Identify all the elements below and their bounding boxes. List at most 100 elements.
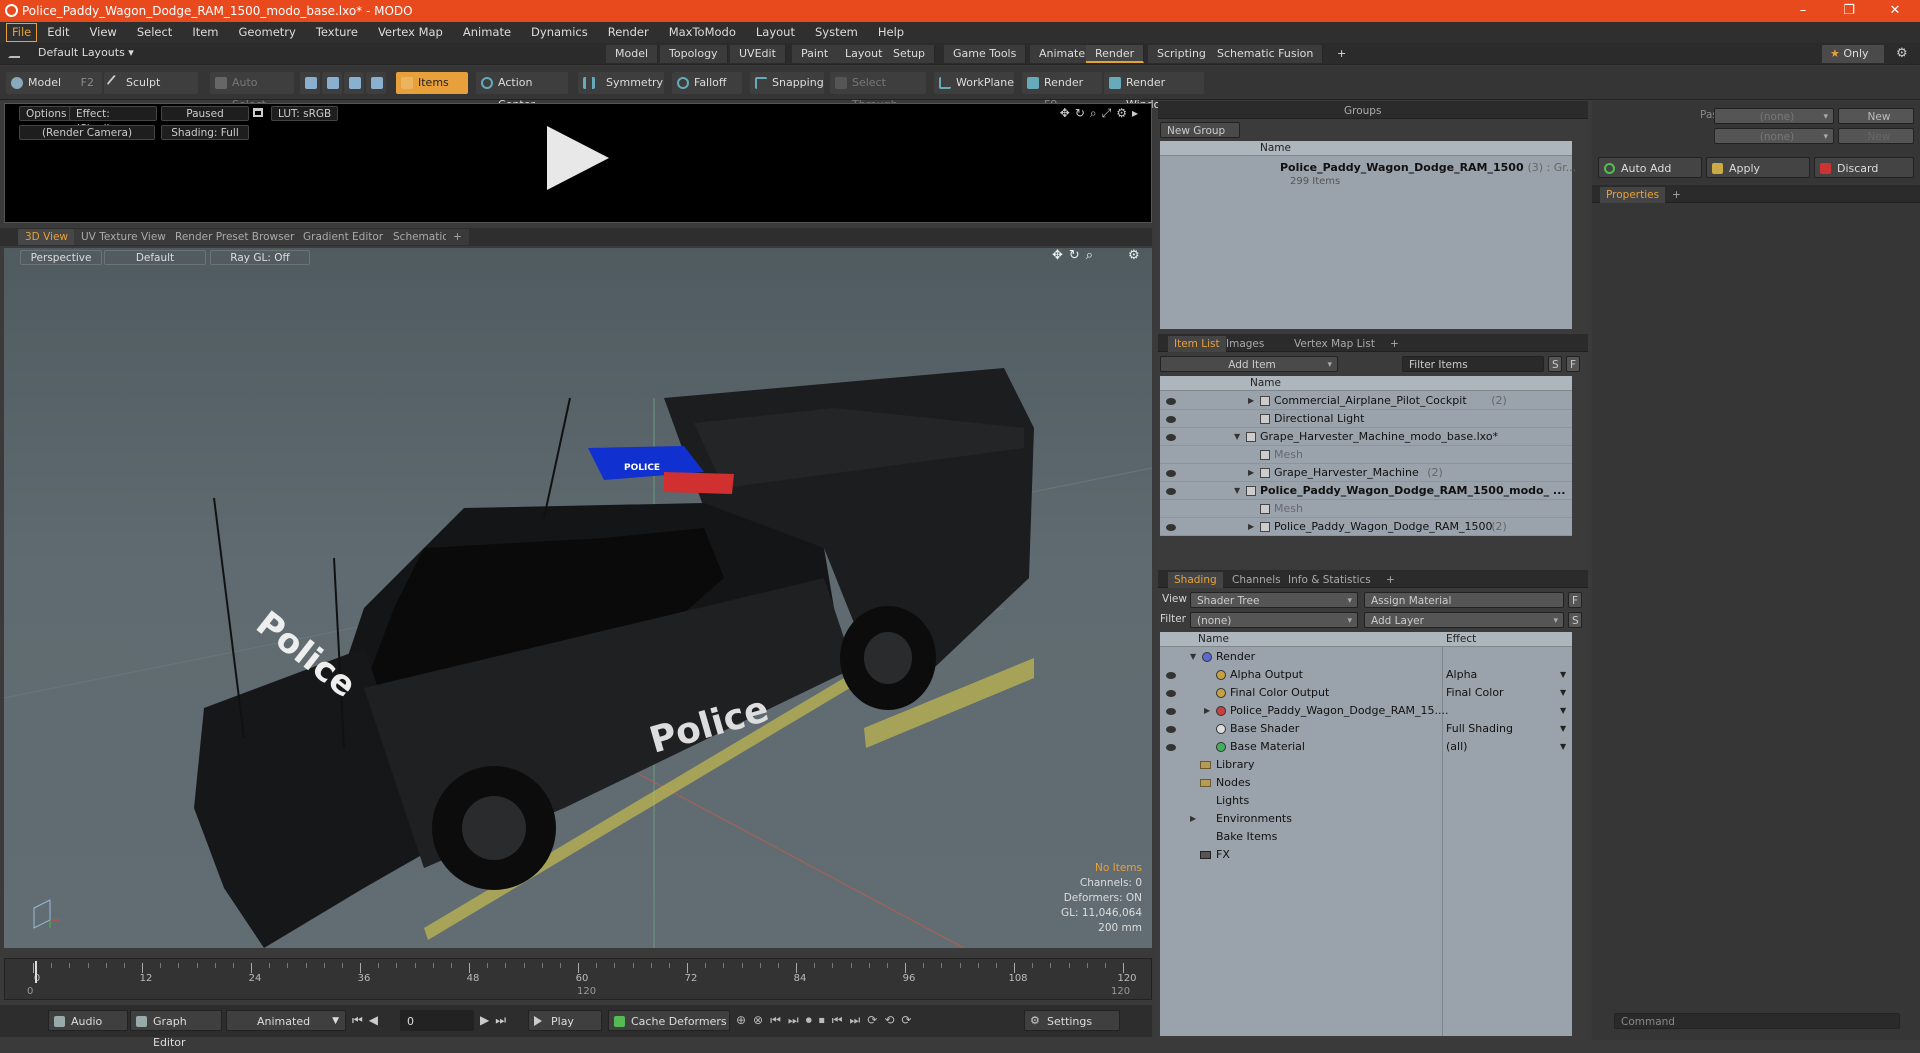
- menu-edit[interactable]: Edit: [37, 22, 79, 43]
- preview-paused-button[interactable]: Paused: [161, 106, 249, 121]
- preview-tools-icons[interactable]: ✥↻⌕⤢⚙▸: [1060, 106, 1143, 121]
- new-group-button[interactable]: New Group: [1160, 122, 1240, 138]
- symmetry-button[interactable]: Symmetry: [578, 72, 664, 94]
- material-select-button[interactable]: [366, 72, 386, 94]
- tab-scripting[interactable]: Scripting: [1148, 45, 1216, 63]
- default-layouts-dropdown[interactable]: Default Layouts ▾: [38, 46, 134, 59]
- expand-right-icon[interactable]: ▶: [1248, 464, 1254, 482]
- menu-animate[interactable]: Animate: [453, 22, 521, 43]
- item-list-row[interactable]: ▼ Grape_Harvester_Machine_modo_base.lxo*: [1160, 428, 1572, 446]
- graph-editor-button[interactable]: Graph Editor: [130, 1010, 222, 1049]
- maximize-button[interactable]: ❐: [1826, 0, 1872, 22]
- command-input[interactable]: Command: [1614, 1013, 1900, 1029]
- tab-info-statistics[interactable]: Info & Statistics: [1282, 572, 1377, 588]
- select-through-button[interactable]: Select Through: [830, 72, 926, 111]
- shader-row-effect[interactable]: Alpha: [1446, 666, 1477, 684]
- visibility-eye-icon[interactable]: [1166, 726, 1176, 733]
- shader-tree-row[interactable]: ▼ Render: [1160, 648, 1572, 666]
- shader-tree-row[interactable]: ▶ Environments: [1160, 810, 1572, 828]
- menu-dynamics[interactable]: Dynamics: [521, 22, 598, 43]
- add-properties-tab[interactable]: +: [1666, 187, 1687, 203]
- item-list-row[interactable]: ▼ Police_Paddy_Wagon_Dodge_RAM_1500_modo_…: [1160, 482, 1572, 500]
- tab-item-list[interactable]: Item List: [1168, 336, 1226, 352]
- discard-button[interactable]: Discard: [1814, 157, 1914, 178]
- tab-[interactable]: +: [446, 229, 469, 245]
- chevron-down-icon[interactable]: ▼: [1560, 702, 1566, 720]
- frame-input[interactable]: 0: [400, 1010, 474, 1031]
- menu-help[interactable]: Help: [868, 22, 914, 43]
- visibility-eye-icon[interactable]: [1166, 434, 1176, 441]
- shader-row-effect[interactable]: Final Color: [1446, 684, 1504, 702]
- menu-item[interactable]: Item: [182, 22, 228, 43]
- item-list-row[interactable]: Mesh: [1160, 446, 1572, 464]
- expand-right-icon[interactable]: ▶: [1190, 810, 1196, 828]
- item-list-row[interactable]: ▶ Commercial_Airplane_Pilot_Cockpit (2): [1160, 392, 1572, 410]
- chevron-down-icon[interactable]: ▼: [1560, 684, 1566, 702]
- workplane-button[interactable]: WorkPlane: [934, 72, 1014, 94]
- shader-tree-row[interactable]: ▶ Police_Paddy_Wagon_Dodge_RAM_15.... ▼: [1160, 702, 1572, 720]
- animated-dropdown[interactable]: Animated ▼: [226, 1010, 346, 1031]
- audio-button[interactable]: Audio: [48, 1010, 128, 1031]
- play-button[interactable]: Play: [528, 1010, 602, 1031]
- action-center-button[interactable]: Action Center: [476, 72, 568, 111]
- play-icon[interactable]: [547, 126, 609, 190]
- tab-shading[interactable]: Shading: [1168, 572, 1223, 588]
- add-layout-tab[interactable]: +: [1328, 45, 1355, 63]
- item-list-f-button[interactable]: F: [1566, 356, 1580, 372]
- filter-items-input[interactable]: Filter Items: [1402, 356, 1544, 372]
- visibility-eye-icon[interactable]: [1166, 690, 1176, 697]
- tab-game-tools[interactable]: Game Tools: [944, 45, 1027, 63]
- menu-view[interactable]: View: [80, 22, 127, 43]
- chevron-down-icon[interactable]: ▼: [1560, 720, 1566, 738]
- shader-tree-row[interactable]: Lights: [1160, 792, 1572, 810]
- menu-maxtomodo[interactable]: MaxToModo: [659, 22, 746, 43]
- shader-tree-row[interactable]: Nodes: [1160, 774, 1572, 792]
- visibility-eye-icon[interactable]: [1166, 470, 1176, 477]
- expand-down-icon[interactable]: ▼: [1190, 648, 1196, 666]
- shader-tree-row[interactable]: Bake Items: [1160, 828, 1572, 846]
- close-button[interactable]: ✕: [1872, 0, 1918, 22]
- shader-tree-row[interactable]: Alpha Output Alpha ▼: [1160, 666, 1572, 684]
- chevron-down-icon[interactable]: ▼: [1560, 738, 1566, 756]
- tab-add[interactable]: +: [1380, 572, 1401, 588]
- menu-select[interactable]: Select: [127, 22, 182, 43]
- new-pass-button[interactable]: New: [1838, 128, 1914, 144]
- falloff-button[interactable]: Falloff: [672, 72, 742, 94]
- menu-texture[interactable]: Texture: [306, 22, 368, 43]
- shading-dropdown[interactable]: Shading: Full: [161, 125, 249, 140]
- menu-layout[interactable]: Layout: [746, 22, 805, 43]
- tab-render[interactable]: Render: [1086, 45, 1145, 63]
- new-pass-group-button[interactable]: New: [1838, 108, 1914, 124]
- tab-images[interactable]: Images: [1220, 336, 1270, 352]
- shader-tree-row[interactable]: Base Shader Full Shading ▼: [1160, 720, 1572, 738]
- timeline-playhead[interactable]: [35, 961, 37, 983]
- tab-schematic[interactable]: Schematic: [386, 229, 456, 245]
- tab-uvedit[interactable]: UVEdit: [730, 45, 786, 63]
- polygon-select-button[interactable]: [344, 72, 364, 94]
- 3d-viewport[interactable]: Perspective Default Ray GL: Off ✥↻⌕ ⚙ Po…: [4, 248, 1152, 948]
- menu-vertex-map[interactable]: Vertex Map: [368, 22, 453, 43]
- cache-deformers-button[interactable]: Cache Deformers: [608, 1010, 730, 1031]
- gear-icon[interactable]: ⚙: [1896, 46, 1908, 61]
- tab-3d-view[interactable]: 3D View: [18, 229, 76, 245]
- apply-button[interactable]: Apply: [1706, 157, 1810, 178]
- expand-right-icon[interactable]: ▶: [1204, 702, 1210, 720]
- tab-channels[interactable]: Channels: [1226, 572, 1287, 588]
- shader-tree-row[interactable]: Library: [1160, 756, 1572, 774]
- shading-s-button[interactable]: S: [1568, 612, 1582, 628]
- visibility-eye-icon[interactable]: [1166, 672, 1176, 679]
- item-list-s-button[interactable]: S: [1548, 356, 1562, 372]
- tab-topology[interactable]: Topology: [660, 45, 728, 63]
- passes-dropdown[interactable]: (none): [1714, 128, 1834, 145]
- snapping-button[interactable]: Snapping: [750, 72, 824, 94]
- tab-gradient-editor[interactable]: Gradient Editor: [296, 229, 391, 245]
- minimize-button[interactable]: –: [1780, 0, 1826, 22]
- expand-down-icon[interactable]: ▼: [1234, 482, 1240, 500]
- shader-view-dropdown[interactable]: Shader Tree: [1190, 592, 1358, 609]
- tab-setup[interactable]: Setup: [884, 45, 936, 63]
- item-list-row[interactable]: Mesh: [1160, 500, 1572, 518]
- add-layer-dropdown[interactable]: Add Layer: [1364, 612, 1564, 629]
- expand-down-icon[interactable]: ▼: [1234, 428, 1240, 446]
- tab-uv-texture-view[interactable]: UV Texture View: [74, 229, 173, 245]
- menu-render[interactable]: Render: [598, 22, 659, 43]
